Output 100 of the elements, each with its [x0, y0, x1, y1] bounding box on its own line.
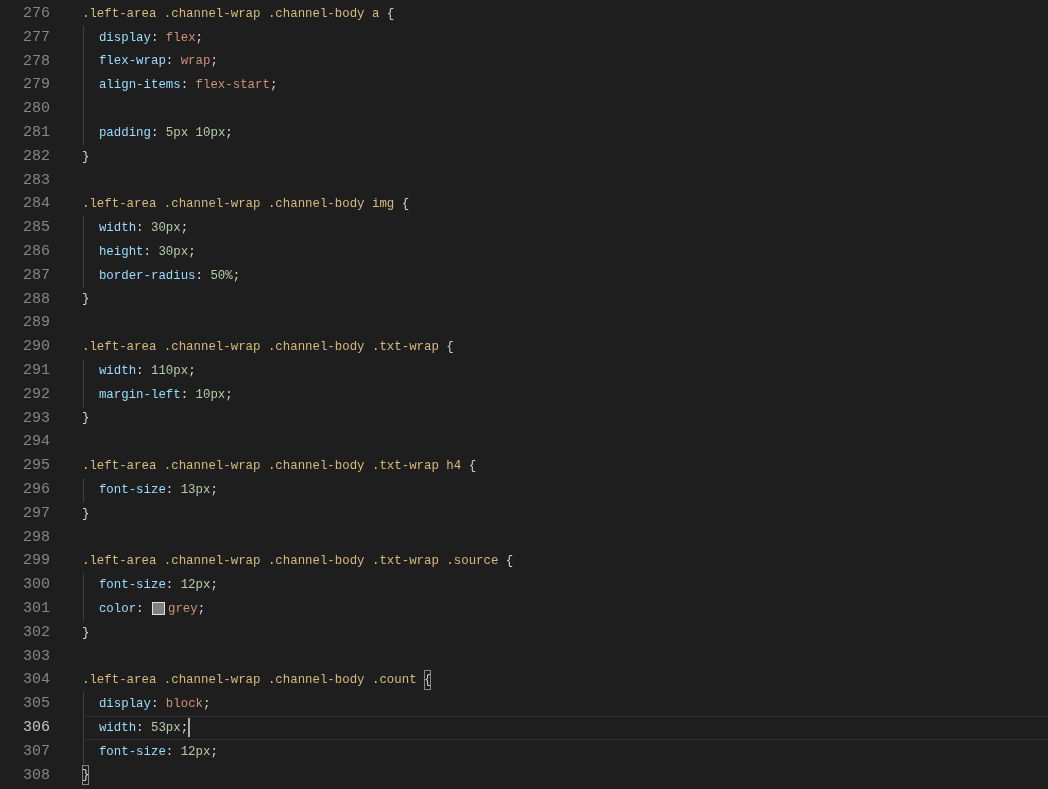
line-number: 294 [22, 432, 50, 453]
punctuation: { [446, 339, 454, 357]
punctuation: { [468, 458, 477, 476]
line-number: 281 [22, 123, 50, 143]
line-number: 300 [22, 575, 50, 596]
line-number: 291 [22, 360, 50, 381]
css-value: grey [167, 600, 198, 618]
punctuation: ; [232, 267, 241, 285]
css-property: margin-left [98, 386, 181, 404]
css-property: width [98, 719, 137, 737]
css-selector: .left-area .channel-wrap .channel-body a [82, 5, 381, 23]
css-number: 53px [150, 719, 181, 737]
punctuation: ; [195, 29, 203, 47]
punctuation: { [386, 5, 395, 23]
line-number: 303 [22, 646, 50, 667]
line-number: 290 [22, 337, 50, 358]
css-property: align-items [98, 77, 181, 95]
line-number: 295 [22, 456, 50, 477]
line-number: 302 [22, 622, 50, 643]
css-number: 12px [180, 577, 211, 594]
punctuation: : [165, 53, 175, 71]
punctuation: : [136, 220, 145, 238]
css-selector: .left-area .channel-wrap .channel-body .txt-wrap h4 [82, 458, 463, 476]
line-number: 285 [22, 218, 50, 239]
punctuation: : [180, 77, 190, 95]
line-number: 279 [22, 75, 50, 96]
punctuation: { [401, 196, 410, 214]
line-number: 277 [22, 27, 50, 48]
punctuation: : [180, 386, 190, 404]
css-number: 30px [158, 243, 189, 261]
css-number: 13px [180, 481, 211, 499]
punctuation: ; [225, 386, 233, 404]
punctuation: : [150, 696, 160, 713]
punctuation: : [165, 743, 175, 761]
css-property: width [98, 362, 137, 380]
css-number: 10px [195, 386, 226, 404]
css-value: wrap [180, 53, 211, 71]
line-number: 288 [22, 289, 50, 310]
css-selector: .left-area .channel-wrap .channel-body .txt-wrap [82, 339, 440, 357]
line-number: 305 [22, 694, 50, 715]
punctuation: : [150, 29, 160, 47]
line-number: 298 [22, 527, 50, 548]
line-number: 308 [22, 765, 50, 786]
line-number: 292 [22, 384, 50, 405]
matched-bracket: { [424, 670, 432, 691]
css-property: display [98, 29, 151, 47]
punctuation: } [82, 291, 90, 309]
line-number: 307 [22, 741, 50, 762]
matched-bracket: } [82, 765, 90, 786]
punctuation: ; [210, 743, 218, 761]
css-selector: .left-area .channel-wrap .channel-body .count [82, 672, 418, 690]
css-property: border-radius [98, 267, 196, 285]
css-number: 110px [150, 362, 189, 380]
line-number: 306 [22, 717, 50, 738]
css-property: color [98, 600, 137, 618]
punctuation: : [143, 243, 152, 261]
css-selector: .left-area .channel-wrap .channel-body .txt-wrap .source [82, 553, 500, 571]
punctuation: ; [180, 719, 189, 737]
line-number: 296 [22, 479, 50, 500]
css-property: width [98, 220, 137, 238]
line-number: 283 [22, 170, 50, 191]
css-property: font-size [98, 577, 166, 594]
css-value: block [165, 696, 203, 713]
css-property: flex-wrap [98, 53, 166, 71]
line-number: 293 [22, 408, 50, 429]
line-number: 299 [22, 551, 50, 572]
line-number: 280 [22, 99, 50, 120]
line-number: 297 [22, 503, 50, 524]
css-property: display [98, 696, 151, 713]
text-cursor [188, 718, 191, 738]
punctuation: ; [180, 220, 189, 238]
punctuation: : [136, 719, 145, 737]
css-selector: .left-area .channel-wrap .channel-body img [82, 196, 396, 214]
punctuation: ; [197, 600, 206, 618]
line-number: 276 [22, 4, 50, 24]
css-property: height [98, 243, 144, 261]
line-number: 284 [22, 194, 50, 215]
punctuation: } [82, 624, 90, 642]
css-value: flex [165, 29, 196, 47]
punctuation: : [165, 481, 175, 499]
punctuation: ; [188, 362, 196, 380]
punctuation: ; [225, 124, 233, 142]
punctuation: ; [269, 77, 278, 95]
punctuation: ; [210, 53, 218, 71]
css-number: 30px [150, 220, 181, 238]
line-number: 286 [22, 241, 50, 262]
punctuation: : [136, 600, 145, 618]
css-property: font-size [98, 743, 166, 761]
punctuation: : [136, 362, 145, 380]
punctuation: ; [188, 243, 196, 261]
css-value: flex-start [195, 77, 270, 95]
punctuation: : [195, 267, 204, 285]
punctuation: ; [203, 696, 211, 713]
line-number: 304 [22, 670, 50, 691]
punctuation: ; [210, 577, 218, 594]
line-number: 282 [22, 146, 50, 167]
punctuation: : [165, 577, 175, 594]
punctuation: { [505, 553, 514, 571]
css-number: 50% [210, 267, 233, 285]
punctuation: } [82, 410, 90, 428]
